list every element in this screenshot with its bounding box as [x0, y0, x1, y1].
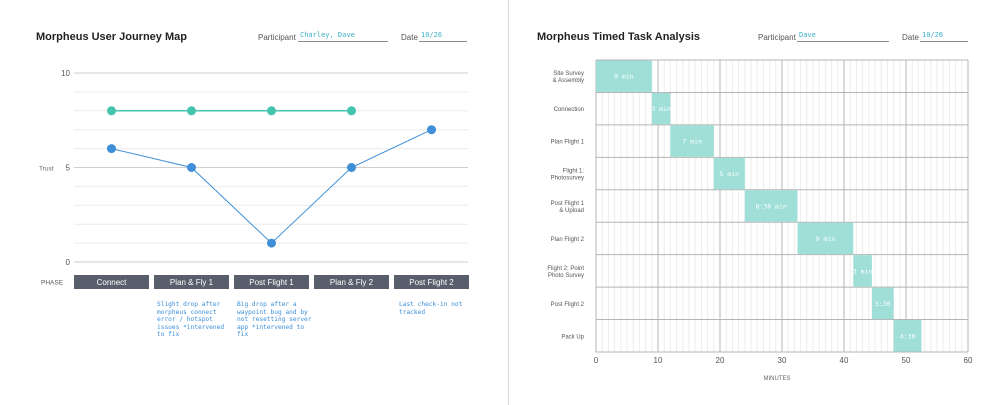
task-label: Pack Up	[561, 334, 584, 340]
task-label: Post Flight 1 & Upload	[551, 201, 585, 214]
x-tick-label: 10	[654, 356, 663, 365]
task-duration-label: 9 min	[816, 235, 836, 243]
task-duration-label: 3 min	[853, 267, 873, 275]
task-label: Plan Flight 1	[551, 140, 585, 146]
task-duration-label: 3:30	[875, 300, 891, 308]
timed-task-chart: 0 10 20 30 40 50 60 MINUTES 9 min Site Survey & As…	[547, 59, 973, 382]
x-tick-label: 0	[594, 356, 599, 365]
x-axis-label: MINUTES	[764, 376, 791, 382]
task-label: Flight 1: Photosurvey	[551, 169, 585, 182]
task-duration-label: 5 min	[720, 170, 740, 178]
task-duration-label: 9 min	[614, 73, 634, 81]
task-label: Site Survey & Assembly	[553, 71, 584, 84]
x-tick-label: 30	[778, 356, 787, 365]
task-duration-label: 4:30	[900, 332, 916, 340]
task-duration-label: 3 min	[651, 105, 671, 113]
task-duration-label: 7 min	[682, 138, 702, 146]
x-tick-label: 20	[716, 356, 725, 365]
x-tick-label: 50	[902, 356, 911, 365]
task-duration-label: 8:30 min	[755, 203, 786, 211]
task-label: Connection	[554, 107, 584, 113]
x-tick-label: 60	[964, 356, 973, 365]
task-label: Flight 2: Point Photo Survey	[547, 266, 584, 279]
task-label: Plan Flight 2	[551, 237, 585, 243]
x-tick-label: 40	[840, 356, 849, 365]
task-label: Post Flight 2	[551, 302, 585, 308]
